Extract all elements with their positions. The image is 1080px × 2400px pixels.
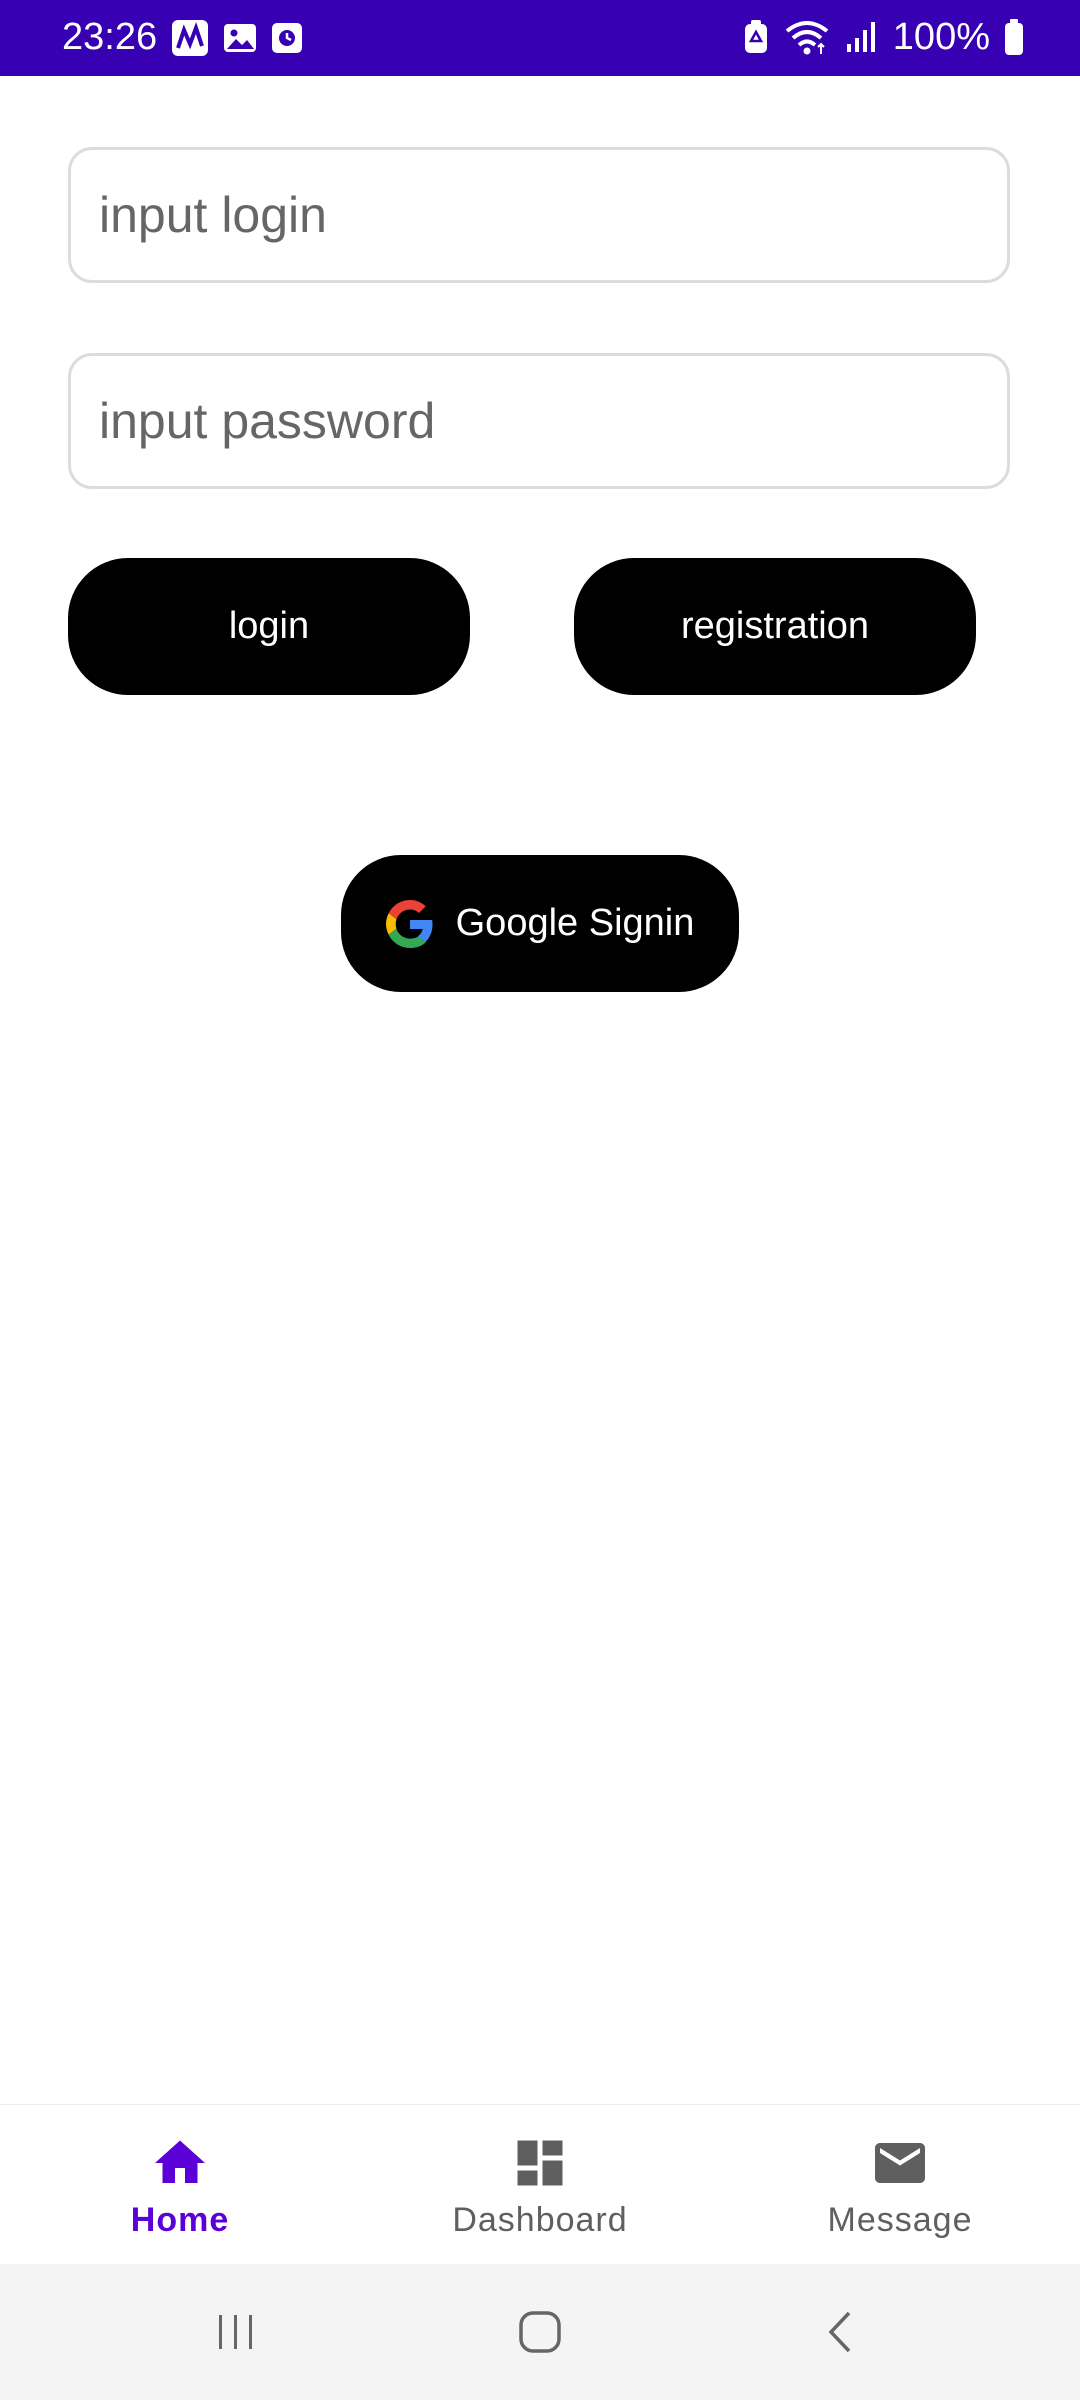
gallery-icon [224, 24, 256, 52]
back-icon [828, 2311, 851, 2353]
wifi-icon [785, 21, 829, 55]
recent-apps-icon [219, 2315, 252, 2349]
back-button[interactable] [802, 2292, 882, 2372]
registration-button-label: registration [681, 605, 869, 647]
nav-item-dashboard[interactable]: Dashboard [360, 2105, 720, 2265]
signal-icon [846, 22, 875, 52]
login-input[interactable] [68, 147, 1010, 283]
system-navigation-bar [0, 2264, 1080, 2400]
app-screen: 23:26 100% input login login registratio… [0, 0, 1080, 2400]
google-signin-label: Google Signin [455, 902, 695, 944]
status-bar: 23:26 100% [0, 0, 1080, 76]
login-button-label: login [228, 605, 310, 647]
clock-app-icon [272, 23, 302, 53]
login-button[interactable]: login [68, 558, 470, 695]
status-system-icons: 100% [743, 12, 1024, 62]
nav-label-dashboard: Dashboard [452, 2201, 628, 2239]
google-signin-button[interactable]: Google Signin [341, 855, 739, 992]
status-time: 23:26 [62, 16, 158, 58]
app-notification-icon [172, 20, 208, 56]
battery-saver-icon [744, 20, 767, 53]
nav-item-home[interactable]: Home [0, 2105, 360, 2265]
battery-icon [1005, 19, 1023, 55]
home-button-icon [519, 2311, 561, 2353]
nav-label-message: Message [827, 2201, 973, 2239]
system-home-button[interactable] [500, 2292, 580, 2372]
google-icon [385, 899, 433, 948]
dashboard-icon [517, 2140, 563, 2186]
registration-button[interactable]: registration [574, 558, 976, 695]
battery-percentage: 100% [892, 16, 990, 58]
status-notification-icons [170, 18, 304, 58]
home-icon [155, 2140, 205, 2183]
recent-apps-button[interactable] [196, 2292, 276, 2372]
bottom-navigation: Home Dashboard Message [0, 2104, 1080, 2265]
nav-item-message[interactable]: Message [720, 2105, 1080, 2265]
nav-label-home: Home [130, 2201, 230, 2239]
password-input[interactable] [68, 353, 1010, 489]
mail-icon [875, 2143, 925, 2183]
